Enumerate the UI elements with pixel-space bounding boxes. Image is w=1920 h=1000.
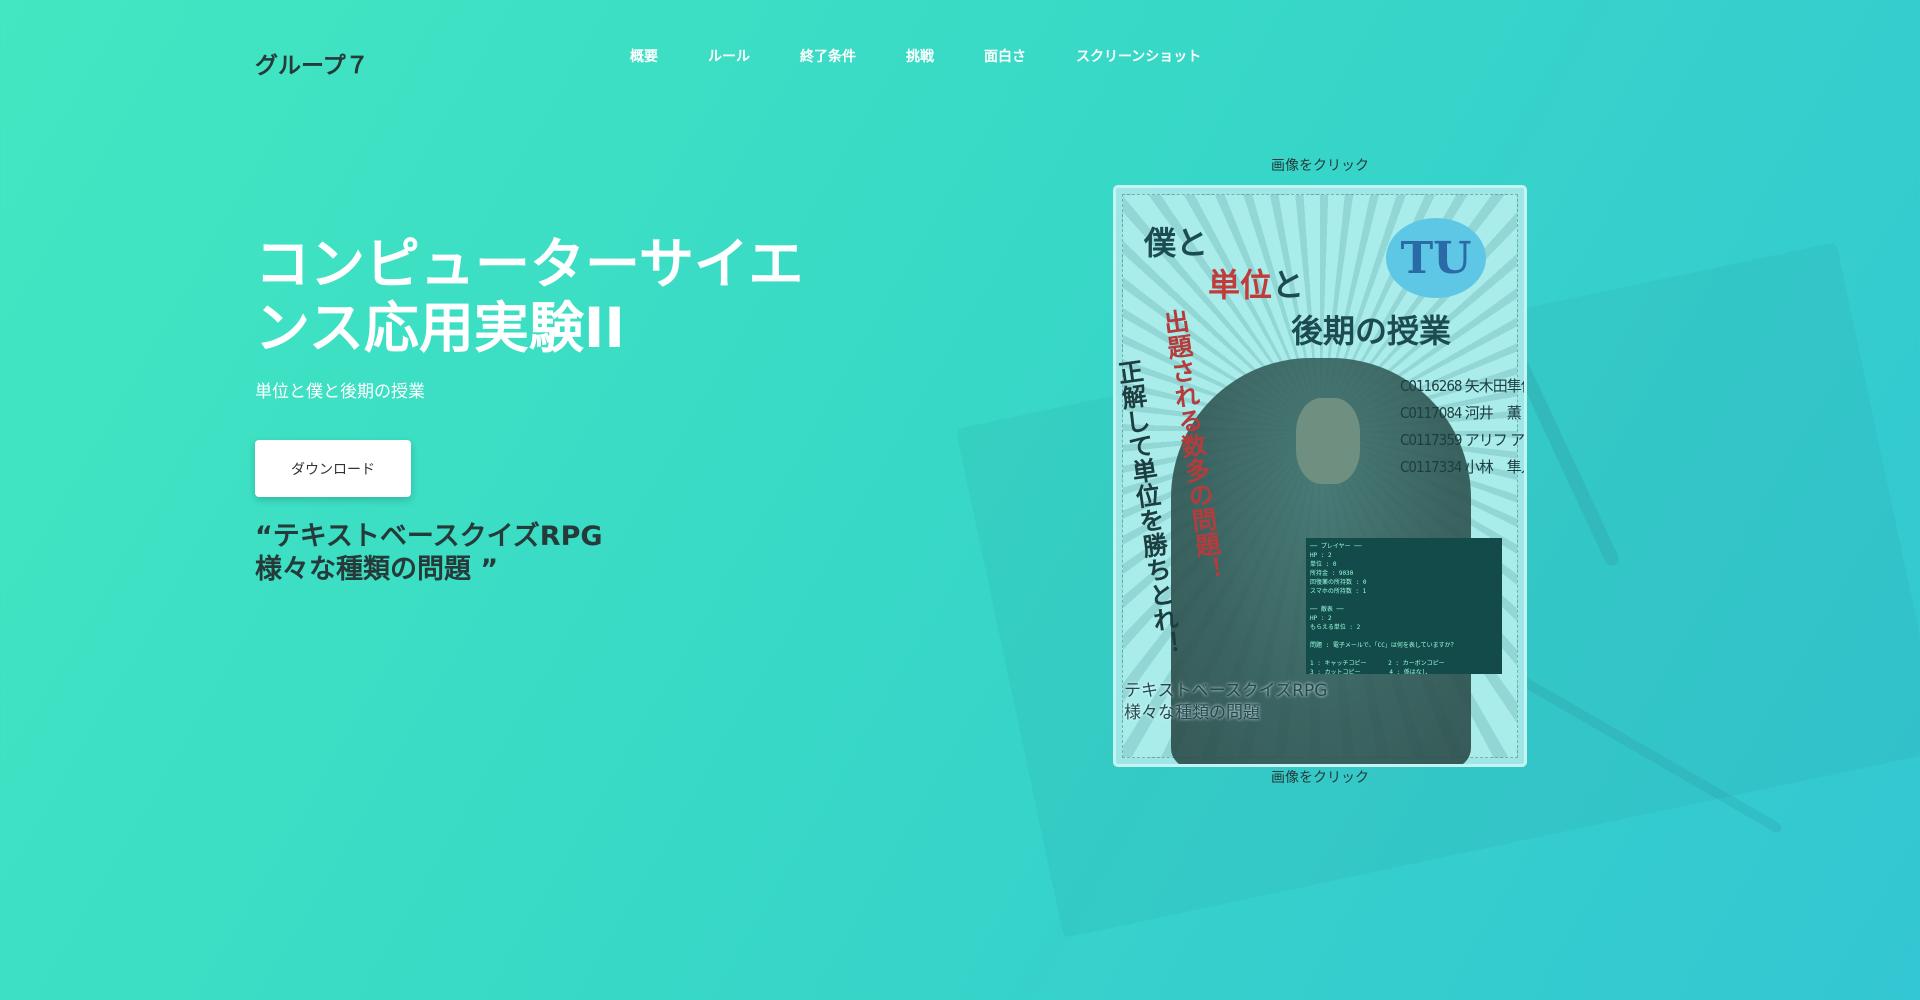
poster-logo: TU (1386, 218, 1486, 298)
poster-terminal-screenshot: ── プレイヤー ── HP : 2 単位 : 0 所持金 : 9030 回復薬… (1306, 538, 1502, 674)
poster-title-line-2: 単位と (1208, 260, 1304, 306)
poster-member: C0117359 アリフ アイマン (1400, 431, 1524, 449)
poster-member: C0117334 小林 隼人 (1400, 458, 1527, 476)
nav-link-screenshots[interactable]: スクリーンショット (1076, 46, 1201, 66)
poster-title-line-3: 後期の授業 (1291, 312, 1452, 350)
click-hint-top: 画像をクリック (1271, 158, 1369, 174)
poster-title-line-1: 僕と (1144, 224, 1209, 262)
poster-title-red-word: 単位 (1208, 266, 1273, 304)
poster-member: C0116268 矢木田隼佑 (1400, 377, 1527, 395)
main-nav: 概要 ルール 終了条件 挑戦 面白さ スクリーンショット (630, 46, 1251, 66)
tagline-line-2: 様々な種類の問題 ” (255, 554, 499, 585)
poster-footer-line-1: テキストベースクイズRPG (1124, 681, 1328, 701)
hero-subtitle: 単位と僕と後期の授業 (255, 382, 425, 402)
nav-link-challenge[interactable]: 挑戦 (906, 46, 934, 66)
poster-member-list: C0116268 矢木田隼佑 C0117084 河井 薫 C0117359 アリ… (1400, 373, 1527, 481)
click-hint-bottom: 画像をクリック (1271, 770, 1369, 786)
poster-footer-line-2: 様々な種類の問題 (1124, 703, 1260, 723)
hero-tagline: “テキストベースクイズRPG 様々な種類の問題 ” (255, 520, 603, 586)
brand-link[interactable]: グループ７ (255, 46, 369, 80)
nav-link-end-condition[interactable]: 終了条件 (800, 46, 856, 66)
poster-title-line-2-rest: と (1272, 266, 1305, 304)
hero-title: コンピューターサイエンス応用実験II (255, 232, 804, 360)
nav-link-fun[interactable]: 面白さ (984, 46, 1026, 66)
background-photo (0, 0, 1920, 1000)
tagline-line-1: “テキストベースクイズRPG (255, 521, 603, 552)
poster-member: C0117084 河井 薫 (1400, 404, 1522, 422)
nav-link-rules[interactable]: ルール (708, 46, 750, 66)
nav-link-overview[interactable]: 概要 (630, 46, 658, 66)
download-button[interactable]: ダウンロード (255, 440, 411, 497)
poster-footer-text: テキストベースクイズRPG 様々な種類の問題 (1124, 680, 1327, 724)
poster-face (1296, 398, 1360, 484)
poster-image[interactable]: TU 僕と 単位と 後期の授業 出題される数多の問題！ 正解して単位を勝ちとれ！… (1113, 185, 1527, 767)
